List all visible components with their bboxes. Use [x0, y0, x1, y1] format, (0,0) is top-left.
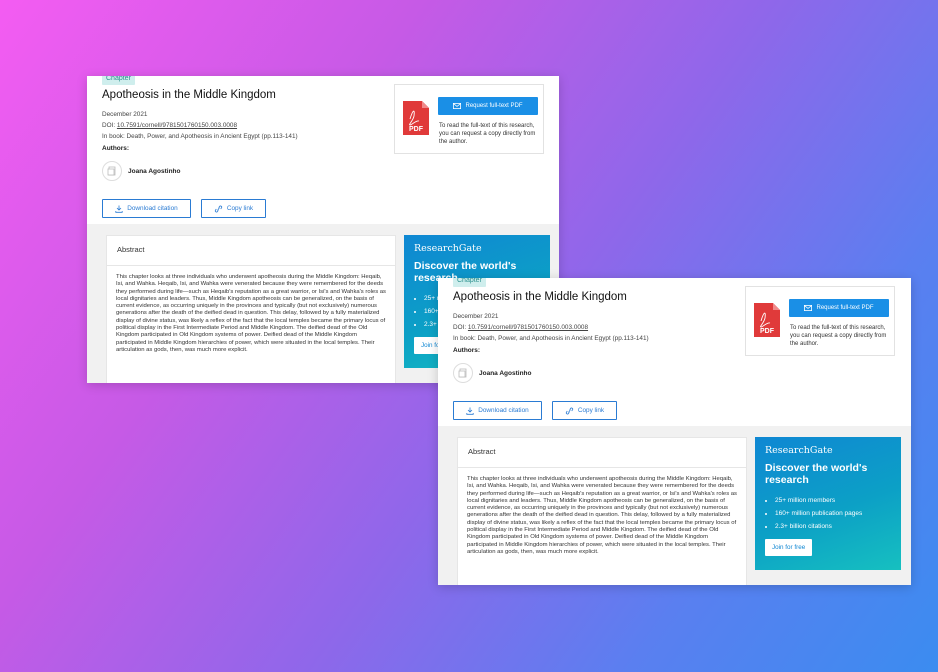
publication-date: December 2021 — [102, 111, 148, 118]
researchgate-logo: ResearchGate — [414, 243, 482, 254]
page-title: Apotheosis in the Middle Kingdom — [453, 291, 627, 303]
request-pdf-button[interactable]: Request full-text PDF — [438, 97, 538, 115]
publication-card-front: Chapter Apotheosis in the Middle Kingdom… — [438, 278, 911, 585]
doi-prefix: DOI: — [102, 122, 116, 129]
avatar — [453, 363, 473, 383]
abstract-panel: Abstract This chapter looks at three ind… — [457, 437, 747, 585]
abstract-heading: Abstract — [458, 438, 746, 468]
pdf-request-box: PDF Request full-text PDF To read the fu… — [394, 84, 544, 154]
doi-line: DOI: 10.7591/cornell/9781501760150.003.0… — [453, 324, 588, 331]
download-icon — [466, 407, 474, 415]
ad-headline: Discover the world's research — [765, 462, 868, 486]
download-citation-label: Download citation — [478, 407, 529, 414]
abstract-text: This chapter looks at three individuals … — [467, 476, 737, 555]
ad-stats-list: 25+ million members 160+ million publica… — [765, 494, 891, 533]
copy-link-button[interactable]: Copy link — [552, 401, 617, 420]
copy-link-button[interactable]: Copy link — [201, 199, 266, 218]
author-name: Joana Agostinho — [479, 369, 532, 377]
doi-link[interactable]: 10.7591/cornell/9781501760150.003.0008 — [117, 122, 237, 129]
author-name: Joana Agostinho — [128, 167, 181, 175]
link-icon — [214, 205, 222, 212]
author-item[interactable]: Joana Agostinho — [453, 362, 531, 384]
download-icon — [115, 205, 123, 213]
pdf-file-icon: PDF — [754, 303, 780, 342]
request-pdf-button[interactable]: Request full-text PDF — [789, 299, 889, 317]
chapter-tag: Chapter — [453, 278, 486, 287]
lower-section: Abstract This chapter looks at three ind… — [438, 426, 911, 585]
researchgate-ad: ResearchGate Discover the world's resear… — [755, 437, 901, 570]
mail-icon — [804, 305, 813, 311]
publication-date: December 2021 — [453, 313, 499, 320]
book-info: In book: Death, Power, and Apotheosis in… — [102, 133, 298, 140]
download-citation-button[interactable]: Download citation — [453, 401, 542, 420]
mail-icon — [453, 103, 462, 109]
page-title: Apotheosis in the Middle Kingdom — [102, 89, 276, 101]
join-button[interactable]: Join for free — [765, 539, 813, 556]
copy-link-label: Copy link — [226, 205, 254, 212]
pdf-request-description: To read the full-text of this research, … — [790, 325, 887, 348]
download-citation-button[interactable]: Download citation — [102, 199, 191, 218]
authors-label: Authors: — [102, 145, 130, 152]
researchgate-logo: ResearchGate — [765, 445, 833, 456]
chapter-tag: Chapter — [102, 76, 135, 85]
download-citation-label: Download citation — [127, 205, 178, 212]
abstract-heading: Abstract — [107, 236, 395, 266]
copy-link-label: Copy link — [577, 407, 605, 414]
user-placeholder-icon — [458, 368, 467, 378]
svg-text:PDF: PDF — [760, 328, 775, 335]
pdf-request-description: To read the full-text of this research, … — [439, 123, 536, 146]
user-placeholder-icon — [107, 166, 116, 176]
doi-link[interactable]: 10.7591/cornell/9781501760150.003.0008 — [468, 324, 588, 331]
abstract-text: This chapter looks at three individuals … — [116, 274, 386, 353]
book-info: In book: Death, Power, and Apotheosis in… — [453, 335, 649, 342]
request-pdf-label: Request full-text PDF — [816, 305, 874, 311]
list-item: 160+ million publication pages — [775, 507, 891, 520]
request-pdf-label: Request full-text PDF — [465, 103, 523, 109]
authors-label: Authors: — [453, 347, 481, 354]
doi-line: DOI: 10.7591/cornell/9781501760150.003.0… — [102, 122, 237, 129]
author-item[interactable]: Joana Agostinho — [102, 160, 180, 182]
link-icon — [565, 407, 573, 414]
abstract-panel: Abstract This chapter looks at three ind… — [106, 235, 396, 383]
avatar — [102, 161, 122, 181]
doi-prefix: DOI: — [453, 324, 467, 331]
svg-text:PDF: PDF — [409, 126, 424, 133]
list-item: 25+ million members — [775, 494, 891, 507]
pdf-file-icon: PDF — [403, 101, 429, 140]
pdf-request-box: PDF Request full-text PDF To read the fu… — [745, 286, 895, 356]
list-item: 2.3+ billion citations — [775, 520, 891, 533]
